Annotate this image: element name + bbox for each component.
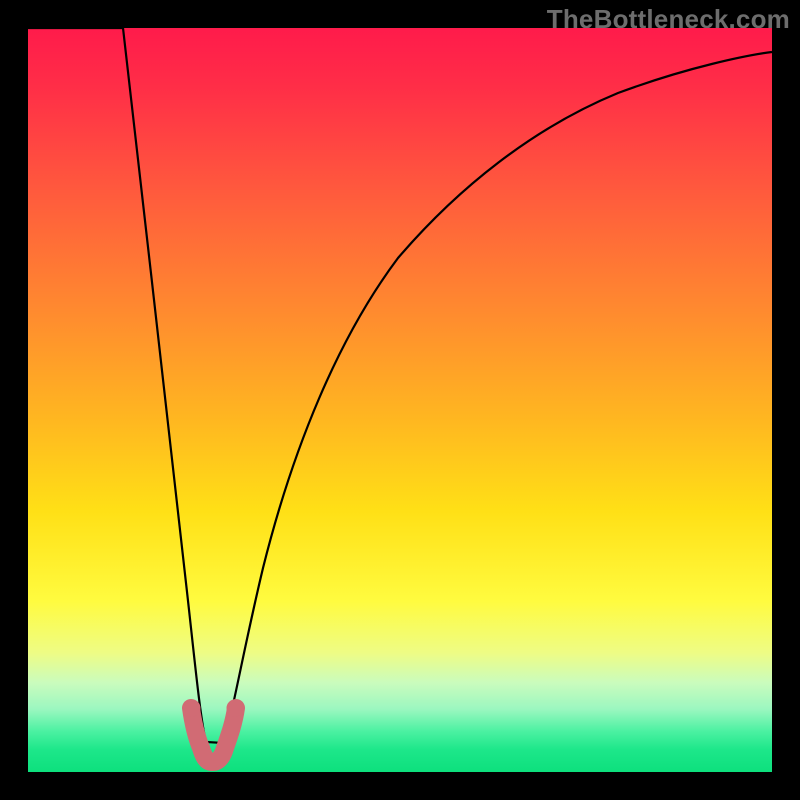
minimum-marker: [191, 708, 236, 762]
plot-area: [28, 28, 772, 772]
chart-svg: [28, 28, 772, 772]
minimum-marker-dot-left: [184, 700, 201, 717]
minimum-marker-dot-right: [227, 700, 244, 717]
bottleneck-curve: [28, 28, 772, 743]
